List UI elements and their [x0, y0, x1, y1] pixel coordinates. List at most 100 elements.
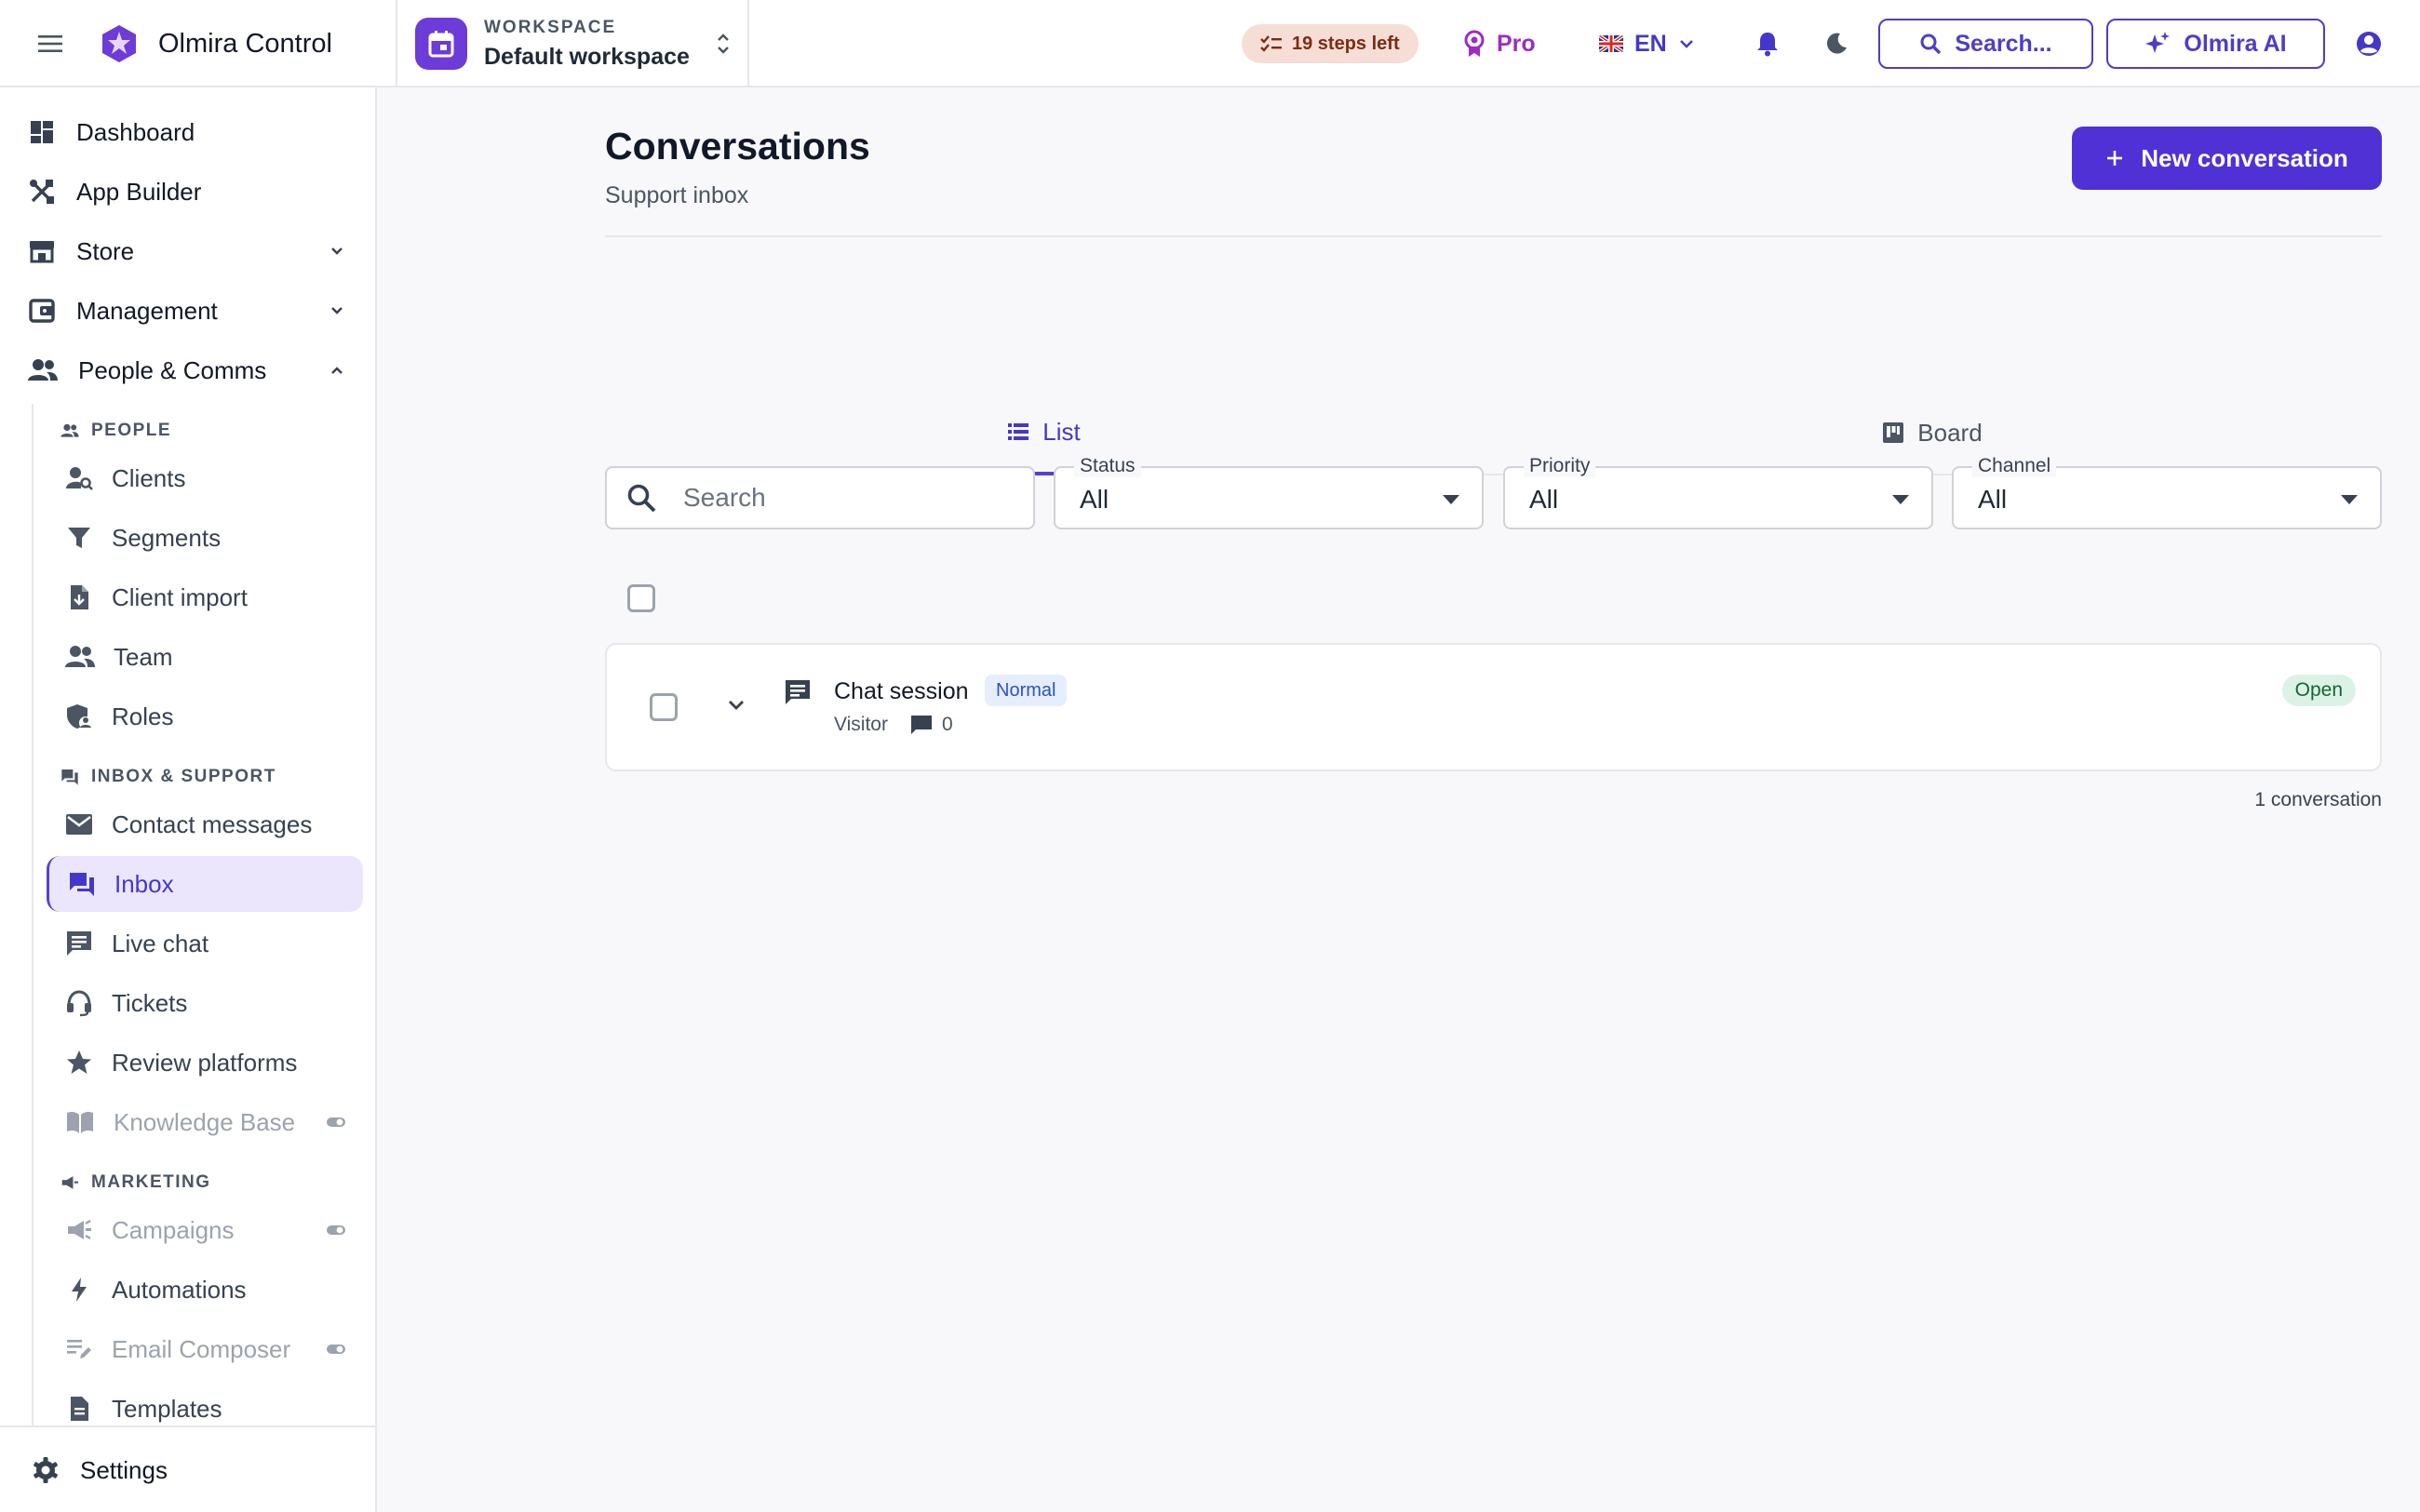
caret-down-icon	[1892, 495, 1909, 504]
table-row[interactable]: Chat session Normal Visitor 0 Open	[605, 643, 2382, 771]
sparkle-icon	[2145, 32, 2171, 53]
divider	[747, 0, 749, 87]
brand-logo-icon	[102, 25, 136, 62]
search-input[interactable]	[683, 483, 1018, 513]
language-code: EN	[1634, 30, 1667, 57]
sidebar-item-contact-messages[interactable]: Contact messages	[47, 796, 363, 852]
search-field[interactable]	[605, 466, 1035, 529]
row-checkbox[interactable]	[650, 693, 678, 721]
sidebar-item-campaigns[interactable]: Campaigns	[47, 1202, 363, 1258]
view-tabs: List Board	[605, 392, 2382, 475]
chevron-up-icon	[331, 367, 343, 374]
brand[interactable]: Olmira Control	[99, 20, 332, 67]
page-subtitle: Support inbox	[605, 182, 749, 208]
chat-icon	[67, 931, 91, 956]
sidebar-item-people-comms[interactable]: People & Comms	[28, 344, 343, 396]
sidebar-item-roles[interactable]: Roles	[47, 689, 363, 744]
ai-button-label: Olmira AI	[2184, 30, 2287, 57]
sidebar-item-label: Tickets	[112, 988, 188, 1017]
chevron-down-icon	[331, 248, 343, 255]
sidebar-item-label: Store	[76, 236, 135, 265]
ai-assistant-button[interactable]: Olmira AI	[2106, 19, 2325, 69]
sidebar-item-clients[interactable]: Clients	[47, 450, 363, 506]
onboarding-steps-badge[interactable]: 19 steps left	[1242, 24, 1418, 63]
new-conversation-button[interactable]: New conversation	[2072, 127, 2382, 190]
sidebar-item-client-import[interactable]: Client import	[47, 569, 363, 625]
sidebar-item-store[interactable]: Store	[28, 225, 343, 277]
submenu-rail	[32, 404, 34, 1511]
headset-icon	[67, 990, 91, 1017]
search-button-label: Search...	[1955, 30, 2052, 57]
caret-down-icon	[2341, 495, 2358, 504]
language-selector[interactable]: EN	[1599, 24, 1695, 63]
divider	[396, 0, 397, 87]
sidebar-item-management[interactable]: Management	[28, 285, 343, 337]
select-all-checkbox[interactable]	[627, 584, 655, 612]
sidebar-item-email-composer[interactable]: Email Composer	[47, 1321, 363, 1377]
priority-select[interactable]: Priority All	[1503, 455, 1933, 529]
star-icon	[67, 1050, 91, 1074]
document-icon	[71, 1397, 88, 1421]
sidebar-item-settings[interactable]: Settings	[32, 1444, 168, 1496]
workspace-switcher[interactable]: WORKSPACE Default workspace	[415, 17, 731, 71]
channel-select-label: Channel	[1972, 455, 2057, 477]
tab-label: List	[1042, 417, 1081, 446]
sidebar-item-automations[interactable]: Automations	[47, 1262, 363, 1318]
sidebar-item-dashboard[interactable]: Dashboard	[28, 106, 195, 158]
expand-row-button[interactable]	[726, 698, 746, 713]
sidebar-item-label: App Builder	[76, 177, 202, 206]
tab-label: Board	[1917, 418, 1983, 447]
sidebar-item-inbox[interactable]: Inbox	[47, 856, 363, 912]
account-button[interactable]	[2353, 28, 2385, 60]
sidebar-item-label: Campaigns	[112, 1215, 235, 1244]
sidebar-item-label: Review platforms	[112, 1048, 298, 1077]
unfold-icon	[718, 33, 729, 54]
caret-down-icon	[1443, 495, 1459, 504]
menu-toggle-button[interactable]	[32, 27, 69, 60]
sidebar-item-label: Management	[76, 296, 218, 325]
channel-select[interactable]: Channel All	[1952, 455, 2382, 529]
sidebar-item-label: Settings	[80, 1455, 168, 1484]
notifications-button[interactable]	[1752, 28, 1783, 60]
people-icon	[60, 423, 79, 437]
divider	[605, 235, 2382, 237]
toggle-off-icon	[327, 1345, 345, 1354]
edit-note-icon	[67, 1340, 91, 1358]
tab-board[interactable]: Board	[1483, 392, 2382, 475]
conversation-meta: Visitor 0	[834, 714, 953, 736]
sidebar-item-review-platforms[interactable]: Review platforms	[47, 1035, 363, 1091]
shield-person-icon	[67, 704, 92, 729]
sidebar-item-label: Roles	[112, 702, 174, 730]
sidebar-item-label: Email Composer	[112, 1334, 291, 1363]
forum-icon	[70, 873, 94, 896]
file-import-icon	[71, 585, 88, 609]
dashboard-icon	[31, 121, 53, 143]
theme-toggle-button[interactable]	[1821, 28, 1852, 60]
sidebar-item-knowledge-base[interactable]: Knowledge Base	[47, 1094, 363, 1150]
new-conversation-label: New conversation	[2141, 143, 2348, 172]
sidebar-item-label: People & Comms	[78, 355, 267, 384]
priority-select-label: Priority	[1524, 455, 1596, 477]
sidebar: Dashboard App Builder Store Management P…	[0, 87, 377, 1512]
status-select[interactable]: Status All	[1054, 455, 1484, 529]
main-content: Conversations Support inbox New conversa…	[379, 89, 2420, 1512]
tab-list[interactable]: List	[605, 392, 1483, 475]
gear-icon	[34, 1457, 58, 1483]
sidebar-item-live-chat[interactable]: Live chat	[47, 916, 363, 971]
filter-icon	[68, 528, 90, 548]
brand-name: Olmira Control	[158, 28, 332, 59]
group-icon	[65, 646, 95, 667]
plan-name: Pro	[1497, 30, 1536, 57]
plan-badge[interactable]: Pro	[1463, 24, 1536, 63]
sidebar-item-segments[interactable]: Segments	[47, 510, 363, 566]
sidebar-item-app-builder[interactable]: App Builder	[28, 166, 201, 218]
uk-flag-icon	[1599, 35, 1623, 52]
sidebar-item-team[interactable]: Team	[47, 629, 363, 685]
section-label-inbox: INBOX & SUPPORT	[60, 763, 276, 791]
chevron-down-icon	[1679, 40, 1693, 48]
bell-icon	[1757, 33, 1778, 57]
sidebar-item-tickets[interactable]: Tickets	[47, 975, 363, 1031]
hamburger-menu-icon	[38, 35, 62, 52]
sidebar-item-label: Knowledge Base	[114, 1107, 296, 1136]
global-search-button[interactable]: Search...	[1878, 19, 2093, 69]
